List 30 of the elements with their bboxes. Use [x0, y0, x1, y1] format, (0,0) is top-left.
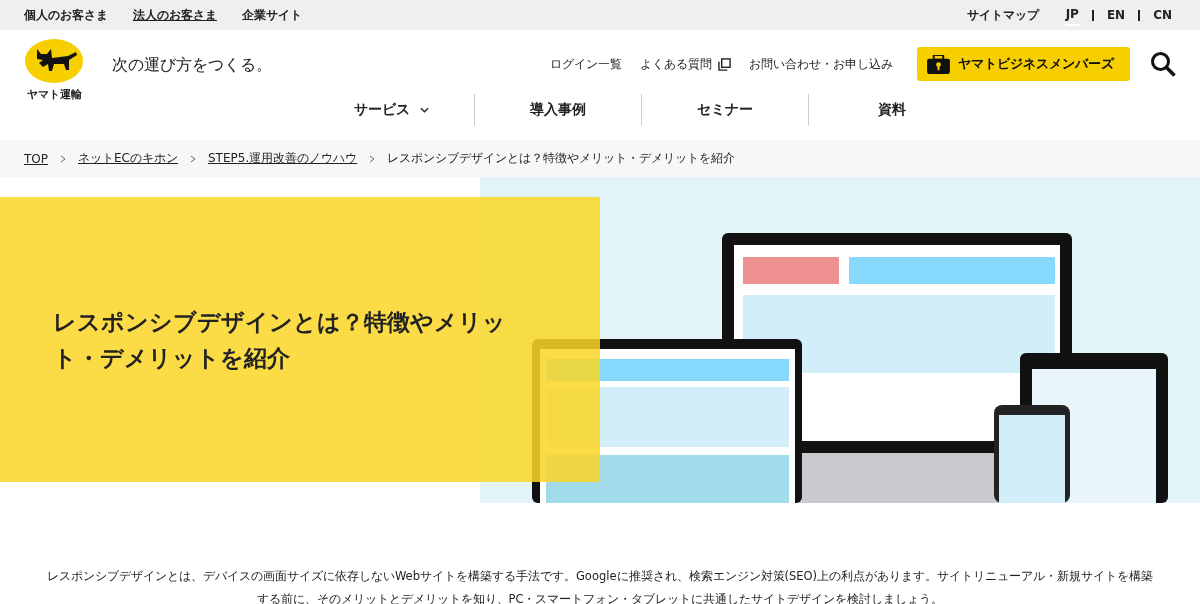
separator-icon	[60, 154, 66, 163]
nav-item[interactable]: セミナー	[641, 94, 808, 126]
page-title: レスポンシブデザインとは？特徴やメリット・デメリットを紹介	[53, 307, 507, 373]
search-icon[interactable]	[1150, 51, 1176, 77]
cat-logo-icon[interactable]	[25, 39, 83, 83]
external-link-icon	[718, 57, 731, 71]
caret-icon	[419, 107, 429, 113]
logo-text: ヤマト運輸	[26, 87, 82, 102]
member-button[interactable]: ヤマトビジネスメンバーズ	[917, 47, 1130, 81]
breadcrumb-current: レスポンシブデザインとは？特徴やメリット・デメリットを紹介	[387, 150, 736, 167]
nav-item[interactable]: 導入事例	[474, 94, 641, 126]
breadcrumb-link[interactable]: TOP	[24, 151, 48, 166]
audience-link[interactable]: 法人のお客さま	[133, 6, 217, 24]
breadcrumb-link[interactable]: STEP5.運用改善のノウハウ	[208, 150, 358, 167]
audience-link[interactable]: 個人のお客さま	[24, 6, 108, 24]
utility-link[interactable]: ログイン一覧	[550, 55, 622, 73]
utility-link[interactable]: お問い合わせ・お申し込み	[749, 55, 893, 73]
language-link[interactable]: JP	[1062, 6, 1082, 24]
audience-link[interactable]: 企業サイト	[242, 6, 302, 24]
utility-link[interactable]: よくある質問	[640, 55, 712, 73]
separator-icon	[190, 154, 196, 163]
nav-item[interactable]: サービス	[308, 94, 474, 126]
tagline: 次の運び方をつくる。	[112, 55, 272, 76]
separator-icon	[369, 154, 376, 163]
breadcrumb-link[interactable]: ネットECのキホン	[78, 150, 178, 167]
sitemap-link[interactable]: サイトマップ	[966, 6, 1039, 24]
briefcase-icon	[927, 54, 950, 74]
language-link[interactable]: CN	[1150, 8, 1175, 22]
language-link[interactable]: EN	[1103, 8, 1129, 22]
nav-item[interactable]: 資料	[808, 94, 975, 126]
